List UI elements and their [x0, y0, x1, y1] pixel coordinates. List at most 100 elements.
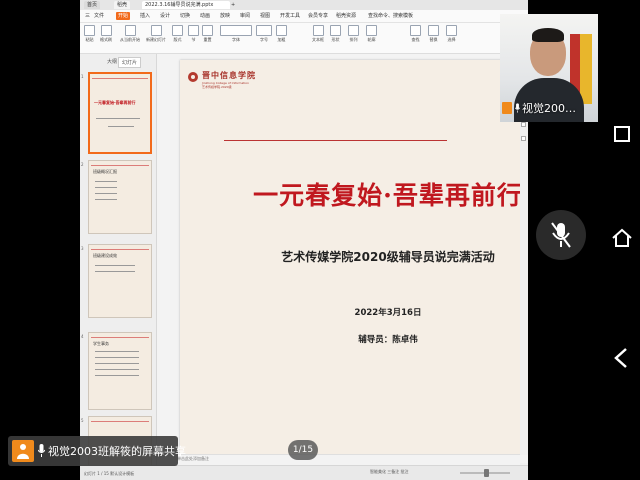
thumbnail-text-line [95, 363, 139, 364]
thumbnail-line [91, 165, 149, 166]
status-bar: 幻灯片 1 / 15 默认设计模板 智能美化 三备注 批注 [80, 465, 528, 480]
paste-icon [84, 25, 95, 36]
thumbnail-line [92, 78, 148, 79]
thumbnail-text-line [95, 351, 139, 352]
font-select[interactable]: 字体 [220, 25, 252, 43]
slide-canvas[interactable]: 晋中信息学院 Jinzhong College of Information 艺… [180, 60, 528, 454]
avatar [502, 102, 512, 114]
page-counter: 1/15 [288, 440, 318, 460]
outline-button[interactable]: 轮廓 [366, 25, 377, 43]
section-button[interactable]: 节 [188, 25, 199, 43]
slide-thumbnail-3[interactable]: 班级建设成效 [88, 244, 152, 318]
thumbnail-text-line [95, 181, 117, 182]
menu-item-docer[interactable]: 稻壳资源 [334, 12, 358, 20]
menu-item-developer[interactable]: 开发工具 [278, 12, 302, 20]
thumbnail-text-line [95, 375, 139, 376]
bold-button[interactable]: 加粗 [276, 25, 287, 43]
search-icon [410, 25, 421, 36]
college-logo-subtitle: 艺术传媒学院·2020级 [202, 85, 232, 89]
menu-item-hamburger[interactable]: 三 [83, 12, 92, 20]
title-divider [224, 140, 447, 141]
replace-icon [428, 25, 439, 36]
notes-area[interactable]: 单击此处添加备注 [157, 455, 528, 463]
menu-item-design[interactable]: 设计 [158, 12, 172, 20]
replace-button[interactable]: 替换 [428, 25, 439, 43]
thumbnail-number: 4 [81, 334, 84, 339]
menu-item-transition[interactable]: 切换 [178, 12, 192, 20]
participant-video-tile[interactable]: 视觉200… [500, 14, 598, 122]
menu-item-animation[interactable]: 动画 [198, 12, 212, 20]
layout-button[interactable]: 版式 [172, 25, 183, 43]
menu-item-view[interactable]: 视图 [258, 12, 272, 20]
thumbnail-title: 学生事务 [93, 341, 109, 346]
side-tool-icon[interactable] [521, 122, 526, 127]
font-size-icon [256, 25, 272, 36]
thumbnail-text-line [95, 193, 117, 194]
section-icon [188, 25, 199, 36]
slide-thumbnail-4[interactable]: 学生事务 [88, 332, 152, 410]
thumbnail-line [91, 421, 149, 422]
layout-icon [172, 25, 183, 36]
slide-thumbnail-2[interactable]: 班级概况汇报 [88, 160, 152, 234]
find-button[interactable]: 查找 [410, 25, 421, 43]
menu-item-file[interactable]: 文件 [92, 12, 106, 20]
slide-instructor: 辅导员：陈卓伟 [358, 335, 418, 345]
shape-button[interactable]: 形状 [330, 25, 341, 43]
textbox-button[interactable]: 文本框 [312, 25, 324, 43]
thumbnail-text-line [95, 265, 135, 266]
ribbon-toolbar: 粘贴 格式刷 从当前开始 新建幻灯片 版式 节 重置 字体 字号 加粗 文本框 … [80, 23, 528, 54]
user-icon [17, 444, 29, 459]
thumbnail-title: 一元春复始·吾辈再前行 [94, 100, 136, 105]
participant-hair [532, 28, 564, 42]
paste-button[interactable]: 粘贴 [84, 25, 95, 43]
thumbnail-number: 2 [81, 162, 84, 167]
status-tools[interactable]: 智能美化 三备注 批注 [370, 469, 409, 475]
microphone-icon [38, 444, 45, 457]
outline-icon [366, 25, 377, 36]
new-slide-button[interactable]: 新建幻灯片 [146, 25, 166, 43]
avatar [12, 440, 34, 462]
menu-item-member[interactable]: 会员专享 [306, 12, 330, 20]
side-tool-icon[interactable] [521, 136, 526, 141]
college-seal-icon [188, 72, 198, 82]
menu-item-slideshow[interactable]: 放映 [218, 12, 232, 20]
select-button[interactable]: 选择 [446, 25, 457, 43]
play-icon [124, 25, 136, 36]
reset-button[interactable]: 重置 [202, 25, 213, 43]
home-icon[interactable] [610, 226, 634, 250]
slide-thumbnail-1[interactable]: 一元春复始·吾辈再前行 [88, 72, 152, 154]
menu-item-home[interactable]: 开始 [116, 12, 131, 20]
new-tab-button[interactable]: + [228, 1, 238, 9]
play-current-button[interactable]: 从当前开始 [120, 25, 140, 43]
tab-home[interactable]: 首页 [84, 1, 101, 9]
recent-apps-icon[interactable] [610, 122, 634, 146]
video-background-decor [580, 34, 592, 104]
thumbnail-text-line [95, 357, 139, 358]
slide-title: 一元春复始·吾辈再前行 [253, 181, 523, 210]
back-icon[interactable] [610, 346, 634, 370]
menu-bar: 三 文件 开始 插入 设计 切换 动画 放映 审阅 视图 开发工具 会员专享 稻… [80, 10, 528, 23]
arrange-button[interactable]: 排列 [348, 25, 359, 43]
command-search[interactable]: 查找命令、搜索模板 [366, 12, 415, 20]
thumbnail-number: 3 [81, 246, 84, 251]
thumbnail-text-line [95, 271, 135, 272]
font-size-select[interactable]: 字号 [256, 25, 272, 43]
menu-item-review[interactable]: 审阅 [238, 12, 252, 20]
reset-icon [202, 25, 213, 36]
tab-file[interactable]: 2022.3.16辅导员说完满.pptx [142, 1, 230, 9]
menu-item-insert[interactable]: 插入 [138, 12, 152, 20]
thumbnail-number: 1 [81, 74, 84, 79]
tab-docer[interactable]: 稻壳 [114, 1, 131, 9]
zoom-slider-handle[interactable] [484, 469, 489, 477]
tab-slides[interactable]: 幻灯片 [118, 57, 142, 68]
font-icon [220, 25, 252, 36]
slide-subtitle: 艺术传媒学院2020级辅导员说完满活动 [281, 250, 495, 264]
thumbnail-text-line [95, 187, 117, 188]
format-painter-button[interactable]: 格式刷 [100, 25, 112, 43]
select-icon [446, 25, 457, 36]
tab-bar: 首页 稻壳 2022.3.16辅导员说完满.pptx + [80, 0, 528, 10]
slide-thumbnail-panel: 大纲 幻灯片 1 一元春复始·吾辈再前行 2 班级概况汇报 3 班级建设成效 4 [80, 54, 157, 472]
thumbnail-text-line [95, 369, 139, 370]
microphone-muted-icon [551, 222, 571, 248]
thumbnail-title: 班级建设成效 [93, 253, 117, 258]
